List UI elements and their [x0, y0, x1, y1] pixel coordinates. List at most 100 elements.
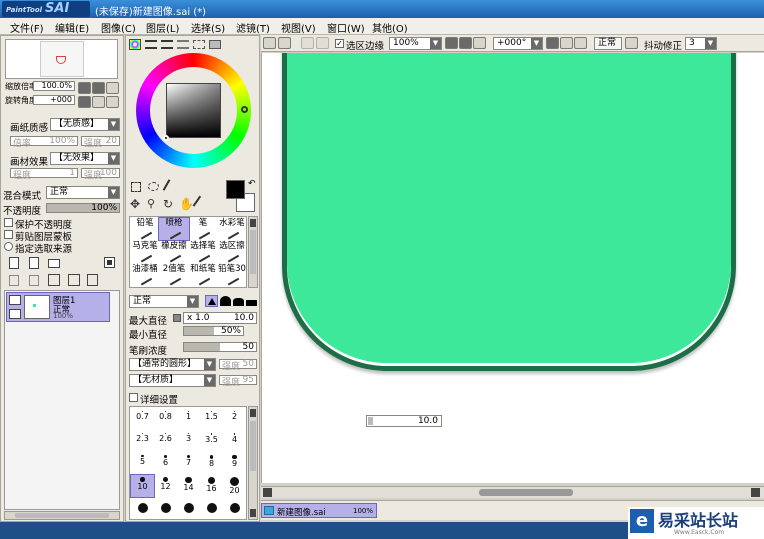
swatches-tab-icon[interactable]: [193, 40, 205, 49]
brush-size-cell[interactable]: [223, 497, 246, 519]
rgb-slider-tab-icon[interactable]: [145, 40, 157, 49]
hsv-slider-tab-icon[interactable]: [161, 40, 173, 49]
lasso-icon[interactable]: [148, 182, 159, 191]
tool-5[interactable]: 橡皮擦: [159, 241, 189, 263]
layer-list-hscrollbar[interactable]: [4, 511, 120, 520]
toolbar-zoom-in-button[interactable]: [459, 37, 472, 49]
min-size-bar[interactable]: 50%: [183, 326, 244, 336]
paper-effect-degree-bar[interactable]: 程度 1: [10, 168, 78, 181]
brush-size-cell[interactable]: 2: [223, 409, 246, 431]
brush-shape-select[interactable]: 【通常的圆形】 ▼: [129, 358, 216, 371]
brush-size-cell[interactable]: [200, 497, 223, 519]
tool-3[interactable]: 水彩笔: [217, 218, 247, 240]
new-linework-layer-icon[interactable]: [29, 257, 39, 269]
tool-4[interactable]: 马克笔: [130, 241, 160, 263]
menu-file[interactable]: 文件(F): [10, 20, 44, 35]
tool-8[interactable]: 油漆桶: [130, 264, 160, 286]
paper-texture-select[interactable]: 【无质感】 ▼: [50, 118, 120, 131]
tool-10[interactable]: 和纸笔: [188, 264, 218, 286]
tool-9[interactable]: 2值笔: [159, 264, 189, 286]
canvas-area[interactable]: 10.0: [261, 53, 764, 483]
zoom-reset-button[interactable]: [106, 82, 119, 94]
protect-opacity-checkbox[interactable]: [4, 218, 13, 227]
menu-view[interactable]: 视图(V): [281, 20, 316, 35]
brush-size-cell[interactable]: 14: [177, 475, 200, 497]
details-checkbox[interactable]: [129, 393, 138, 402]
brush-shape-round-button[interactable]: [220, 296, 231, 306]
menu-edit[interactable]: 编辑(E): [55, 20, 89, 35]
clipping-mask-checkbox[interactable]: [4, 230, 13, 239]
menu-image[interactable]: 图像(C): [101, 20, 136, 35]
rotation-field[interactable]: +000: [33, 95, 75, 105]
selection-source-radio[interactable]: [4, 242, 13, 251]
brush-size-cell[interactable]: 1: [177, 409, 200, 431]
merge-down-icon[interactable]: [29, 275, 39, 286]
paper-texture-scale-bar[interactable]: 倍率 100%: [10, 136, 78, 149]
brush-shape-flat-button[interactable]: [233, 298, 244, 306]
toolbar-zoom-out-button[interactable]: [445, 37, 458, 49]
scratchpad-tab-icon[interactable]: [209, 40, 221, 49]
rotate-tool-icon[interactable]: ↻: [163, 198, 175, 210]
blend-mode-select[interactable]: 正常 ▼: [46, 186, 120, 199]
angle-select[interactable]: +000° ▼: [493, 37, 543, 50]
tool-0[interactable]: 铅笔: [130, 218, 160, 240]
undo-button[interactable]: [263, 37, 276, 49]
toolbar-rotate-left-button[interactable]: [546, 37, 559, 49]
clear-layer-icon[interactable]: [68, 274, 80, 286]
tool-11[interactable]: 铅笔30: [217, 264, 247, 286]
layer-row-1[interactable]: 图层1 正常 100%: [6, 292, 110, 322]
canvas-hscrollbar[interactable]: [261, 486, 764, 498]
brush-size-cell[interactable]: 1.5: [200, 409, 223, 431]
stabilizer-select[interactable]: 3 ▼: [685, 37, 717, 50]
brush-shape-square-button[interactable]: [246, 300, 257, 306]
tool-grid-scroll-thumb[interactable]: [250, 230, 256, 274]
flip-horizontal-button[interactable]: [625, 37, 638, 49]
toolbar-rotate-right-button[interactable]: [560, 37, 573, 49]
brush-size-scroll-thumb[interactable]: [250, 421, 256, 471]
brush-texture-select[interactable]: 【无材质】 ▼: [129, 374, 216, 387]
brush-shape-strength-bar[interactable]: 强度 50: [219, 359, 257, 372]
brush-size-cell[interactable]: 3: [177, 431, 200, 453]
move-icon[interactable]: ✥: [130, 198, 142, 210]
color-wheel[interactable]: [136, 53, 251, 168]
brush-size-cell[interactable]: 0.7: [131, 409, 154, 431]
new-layer-icon[interactable]: [9, 257, 19, 269]
navigator-preview[interactable]: [5, 39, 118, 79]
brush-size-cell[interactable]: 16: [200, 475, 223, 497]
brush-size-cell[interactable]: 2.6: [154, 431, 177, 453]
brush-size-cell[interactable]: 7: [177, 453, 200, 475]
sv-marker[interactable]: [163, 135, 169, 141]
zoom-tool-icon[interactable]: ⚲: [147, 198, 159, 210]
brush-size-cell[interactable]: 8: [200, 453, 223, 475]
primary-color-swatch[interactable]: [226, 180, 245, 199]
rotate-right-button[interactable]: [92, 96, 105, 108]
menu-select[interactable]: 选择(S): [191, 20, 225, 35]
zoom-out-button[interactable]: [78, 82, 91, 94]
layer-list-scroll-thumb[interactable]: [15, 513, 109, 518]
toolbar-rotate-reset-button[interactable]: [574, 37, 587, 49]
document-tab[interactable]: 新建图像.sai 100%: [261, 503, 377, 518]
brush-texture-strength-bar[interactable]: 强度 95: [219, 375, 257, 388]
rotate-left-button[interactable]: [78, 96, 91, 108]
tool-grid-scroll-up[interactable]: [250, 219, 256, 227]
brush-size-scroll-down[interactable]: [250, 509, 256, 517]
toolbar-zoom-reset-button[interactable]: [473, 37, 486, 49]
eye-icon[interactable]: [9, 295, 21, 305]
copy-layer-icon[interactable]: [9, 275, 19, 286]
rotate-reset-button[interactable]: [106, 96, 119, 108]
brush-size-cell[interactable]: [177, 497, 200, 519]
transfer-down-icon[interactable]: [48, 274, 60, 286]
opacity-bar[interactable]: 100%: [46, 203, 120, 213]
mixer-tab-icon[interactable]: [177, 40, 189, 49]
invert-selection-button[interactable]: [316, 37, 329, 49]
paper-effect-select[interactable]: 【无效果】 ▼: [50, 152, 120, 165]
pencil-icon[interactable]: [9, 309, 21, 319]
brush-size-cell[interactable]: [131, 497, 154, 519]
zoom-select[interactable]: 100% ▼: [389, 37, 442, 50]
paper-texture-strength-bar[interactable]: 强度 20: [81, 136, 120, 149]
menu-layer[interactable]: 图层(L): [146, 20, 179, 35]
tool-7[interactable]: 选区擦: [217, 241, 247, 263]
brush-size-cell[interactable]: 6: [154, 453, 177, 475]
new-folder-icon[interactable]: [48, 259, 60, 268]
brush-size-cell[interactable]: 0.8: [154, 409, 177, 431]
